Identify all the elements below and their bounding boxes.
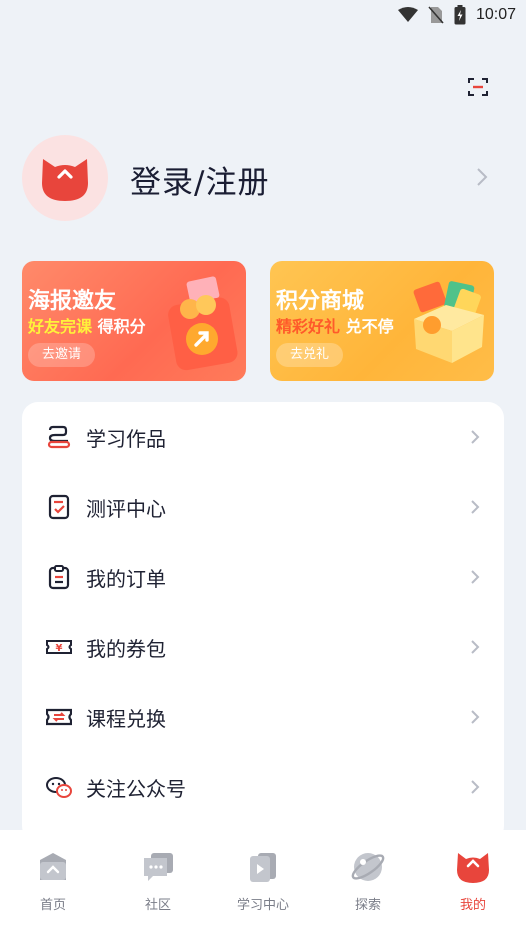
login-register-link[interactable]: 登录/注册 — [130, 157, 269, 202]
banner-title: 海报邀友 — [28, 289, 117, 314]
status-bar: 10:07 — [0, 0, 526, 30]
tab-explore[interactable]: 探索 — [318, 850, 418, 913]
tab-label: 首页 — [39, 898, 66, 913]
chevron-right-icon — [471, 710, 480, 724]
exchange-gift-button[interactable]: 去兑礼 — [276, 343, 344, 367]
menu-item-label: 测评中心 — [86, 496, 166, 521]
tab-label: 探索 — [354, 898, 381, 913]
tab-mine[interactable]: 我的 — [423, 850, 523, 913]
svg-text:¥: ¥ — [56, 643, 63, 654]
tab-home[interactable]: 首页 — [3, 850, 103, 913]
scan-icon[interactable] — [466, 75, 490, 99]
menu-card: 学习作品 测评中心 我的订单 ¥ 我的券包 课程兑换 关注公众号 — [22, 402, 504, 842]
coupon-icon: ¥ — [46, 640, 72, 654]
invite-button[interactable]: 去邀请 — [28, 343, 96, 367]
exchange-icon — [46, 708, 72, 726]
banner-subtitle: 好友完课 得积分 — [28, 313, 146, 337]
evaluation-icon — [48, 494, 70, 520]
works-icon — [47, 425, 71, 449]
status-time: 10:07 — [475, 6, 516, 23]
chevron-right-icon — [471, 780, 480, 794]
banner-subtitle-highlight: 好友完课 — [28, 317, 93, 336]
menu-item-works[interactable]: 学习作品 — [22, 402, 504, 472]
tab-label: 学习中心 — [236, 898, 289, 913]
cat-logo-icon — [42, 159, 88, 201]
order-icon — [48, 565, 70, 590]
tab-label: 我的 — [459, 898, 486, 913]
menu-item-follow-official-account[interactable]: 关注公众号 — [22, 752, 504, 822]
home-icon — [40, 853, 66, 880]
gift-box-icon — [413, 281, 484, 363]
wechat-icon — [46, 777, 72, 798]
study-center-icon — [250, 853, 276, 882]
tab-community[interactable]: 社区 — [108, 850, 208, 913]
banner-title: 积分商城 — [276, 289, 365, 314]
chevron-right-icon — [477, 168, 488, 186]
banner-subtitle-rest: 兑不停 — [345, 317, 394, 336]
community-icon — [144, 853, 173, 881]
explore-icon — [351, 853, 385, 881]
banner-subtitle: 精彩好礼 兑不停 — [276, 313, 394, 337]
invite-friends-banner[interactable]: 海报邀友 好友完课 得积分 去邀请 — [22, 261, 246, 381]
points-mall-banner[interactable]: 积分商城 精彩好礼 兑不停 去兑礼 — [270, 261, 494, 381]
wifi-icon — [397, 7, 418, 22]
profile-login-row[interactable]: 登录/注册 — [22, 135, 502, 221]
battery-icon — [454, 5, 466, 25]
avatar[interactable] — [22, 135, 108, 221]
tab-label: 社区 — [144, 898, 171, 913]
red-envelope-icon — [168, 276, 238, 371]
menu-item-label: 关注公众号 — [86, 776, 186, 801]
menu-item-label: 我的订单 — [86, 566, 166, 591]
menu-item-course-exchange[interactable]: 课程兑换 — [22, 682, 504, 752]
bottom-tab-bar: 首页 社区 学习中心 探索 我的 — [0, 830, 526, 935]
menu-item-label: 学习作品 — [86, 426, 166, 451]
tab-study-center[interactable]: 学习中心 — [213, 850, 313, 913]
chevron-right-icon — [471, 500, 480, 514]
menu-item-orders[interactable]: 我的订单 — [22, 542, 504, 612]
banner-subtitle-highlight: 精彩好礼 — [276, 317, 341, 336]
chevron-right-icon — [471, 430, 480, 444]
chevron-right-icon — [471, 640, 480, 654]
chevron-right-icon — [471, 570, 480, 584]
no-sim-icon — [428, 6, 444, 24]
menu-item-coupons[interactable]: ¥ 我的券包 — [22, 612, 504, 682]
mine-icon — [457, 853, 489, 883]
menu-item-evaluation[interactable]: 测评中心 — [22, 472, 504, 542]
menu-item-label: 课程兑换 — [86, 706, 166, 731]
banner-subtitle-rest: 得积分 — [97, 317, 146, 336]
menu-item-label: 我的券包 — [86, 636, 166, 661]
